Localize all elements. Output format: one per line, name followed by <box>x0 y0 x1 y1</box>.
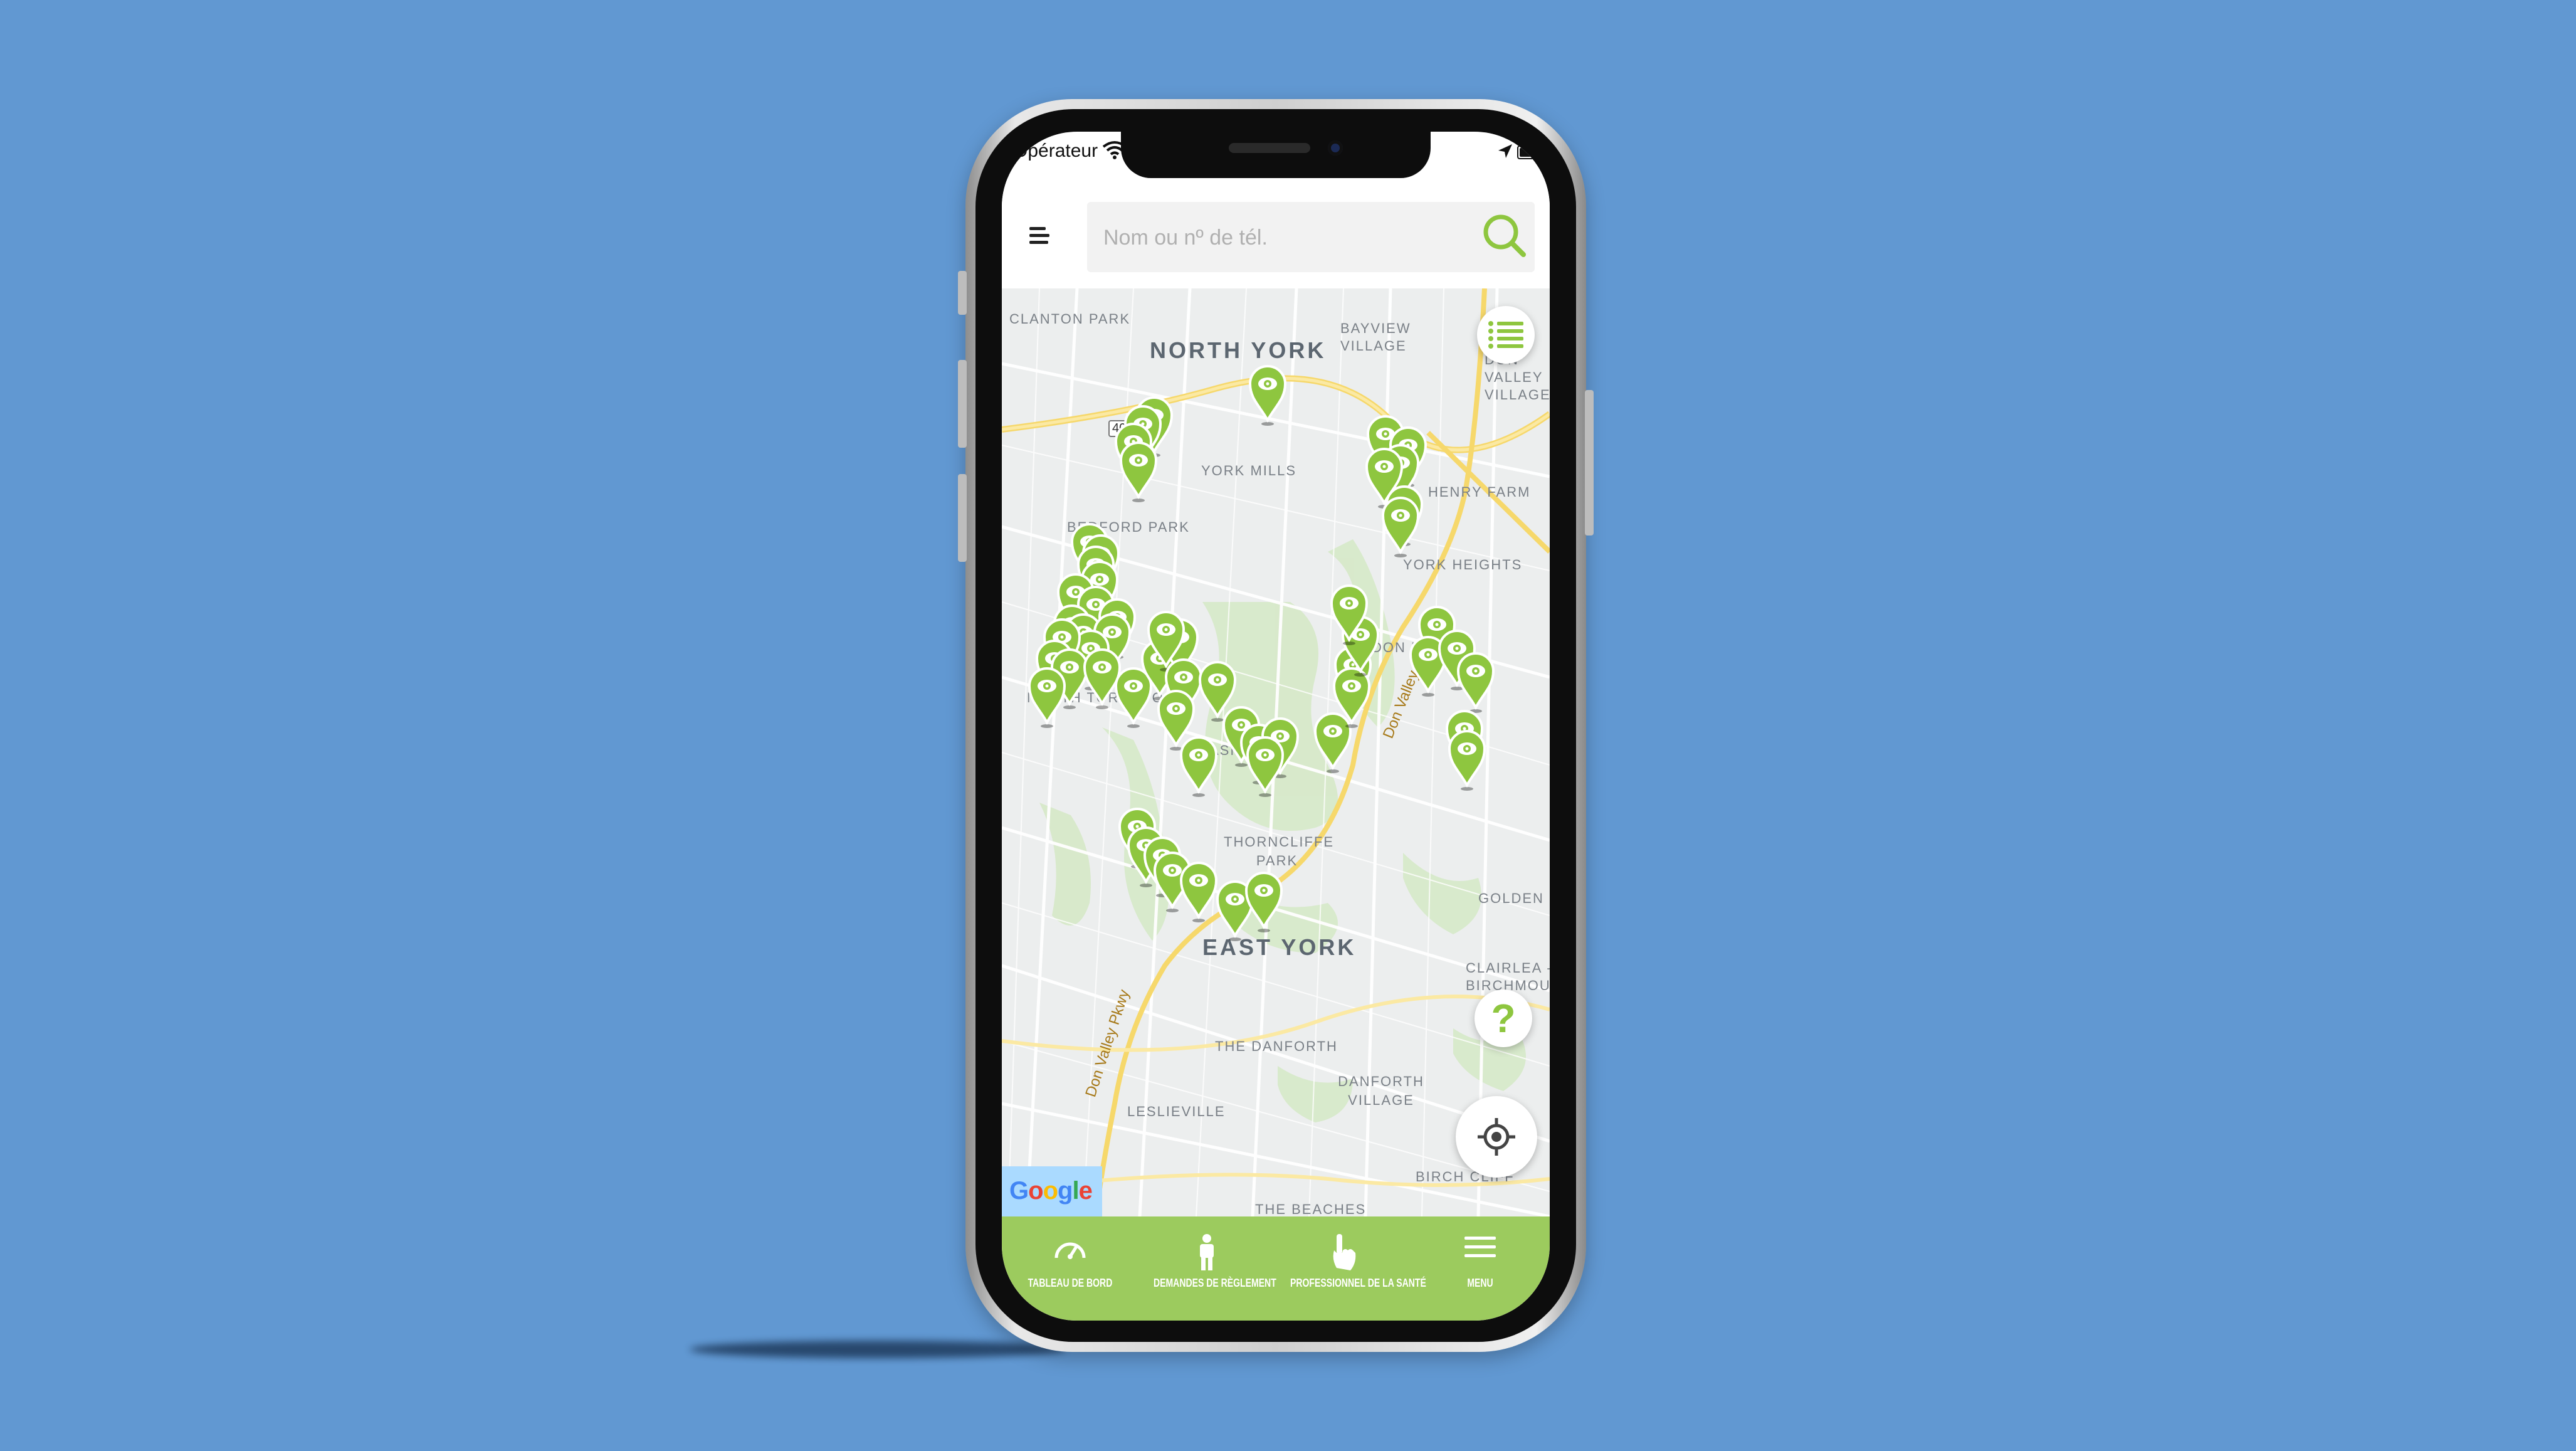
hand-pointer-icon <box>1333 1234 1356 1270</box>
map-pin-eye-icon[interactable] <box>1245 734 1285 799</box>
menu-icon <box>1464 1237 1496 1257</box>
map-pin-eye-icon[interactable] <box>1447 727 1487 793</box>
pin-list <box>1002 288 1550 1216</box>
crosshair-locate-icon <box>1478 1118 1515 1156</box>
front-camera <box>1328 140 1343 156</box>
map-pin-eye-icon[interactable] <box>1248 362 1288 428</box>
list-icon <box>1488 321 1523 349</box>
mute-switch <box>958 271 967 315</box>
nav-label: DEMANDES DE RÈGLEMENT <box>1153 1277 1276 1289</box>
battery-icon <box>1517 145 1545 159</box>
map-pin-eye-icon[interactable] <box>1329 582 1369 647</box>
nav-label: MENU <box>1467 1277 1493 1289</box>
list-view-button[interactable] <box>1477 306 1535 364</box>
notch <box>1121 132 1431 178</box>
map-pin-eye-icon[interactable] <box>1244 869 1284 934</box>
nav-tableau-de-bord[interactable]: TABLEAU DE BORD <box>1002 1216 1138 1304</box>
help-label: ? <box>1491 996 1516 1041</box>
help-button[interactable]: ? <box>1475 989 1532 1047</box>
nav-label: PROFESSIONNEL DE LA SANTÉ <box>1290 1277 1426 1289</box>
side-menu-button[interactable] <box>1029 224 1056 247</box>
search-input[interactable] <box>1102 219 1468 256</box>
gauge-icon <box>1054 1242 1086 1259</box>
person-icon <box>1200 1234 1214 1270</box>
volume-down-button <box>958 474 967 562</box>
map-pin-eye-icon[interactable] <box>1118 439 1159 504</box>
nav-label: TABLEAU DE BORD <box>1028 1277 1113 1289</box>
speaker <box>1229 143 1310 153</box>
search-box <box>1087 202 1535 272</box>
nav-menu[interactable]: MENU <box>1412 1216 1548 1304</box>
map-pin-eye-icon[interactable] <box>1027 665 1067 730</box>
power-button <box>1585 390 1594 536</box>
nav-demandes-de-reglement[interactable]: DEMANDES DE RÈGLEMENT <box>1138 1216 1276 1304</box>
map-pin-eye-icon[interactable] <box>1456 650 1496 715</box>
volume-up-button <box>958 360 967 448</box>
map-view[interactable]: NORTH YORK CLANTON PARK BAYVIEW VILLAGE … <box>1002 288 1550 1216</box>
map-pin-eye-icon[interactable] <box>1380 494 1421 559</box>
bottom-nav: TABLEAU DE BORD DEMANDES DE RÈGLEMENT PR… <box>1002 1216 1550 1321</box>
phone-shadow <box>690 1341 1066 1358</box>
map-pin-eye-icon[interactable] <box>1179 734 1219 799</box>
map-pin-eye-icon[interactable] <box>1179 859 1219 924</box>
phone-screen: Opérateur Nom ou nº de tél. NORTH YORK C… <box>1002 132 1550 1321</box>
search-icon[interactable] <box>1480 211 1530 261</box>
google-attribution: Google <box>1009 1177 1093 1205</box>
location-arrow-icon <box>1498 144 1512 158</box>
locate-me-button[interactable] <box>1456 1096 1537 1178</box>
nav-professionnel-de-la-sante[interactable]: PROFESSIONNEL DE LA SANTÉ <box>1275 1216 1426 1304</box>
carrier-label: Opérateur <box>1013 140 1098 161</box>
